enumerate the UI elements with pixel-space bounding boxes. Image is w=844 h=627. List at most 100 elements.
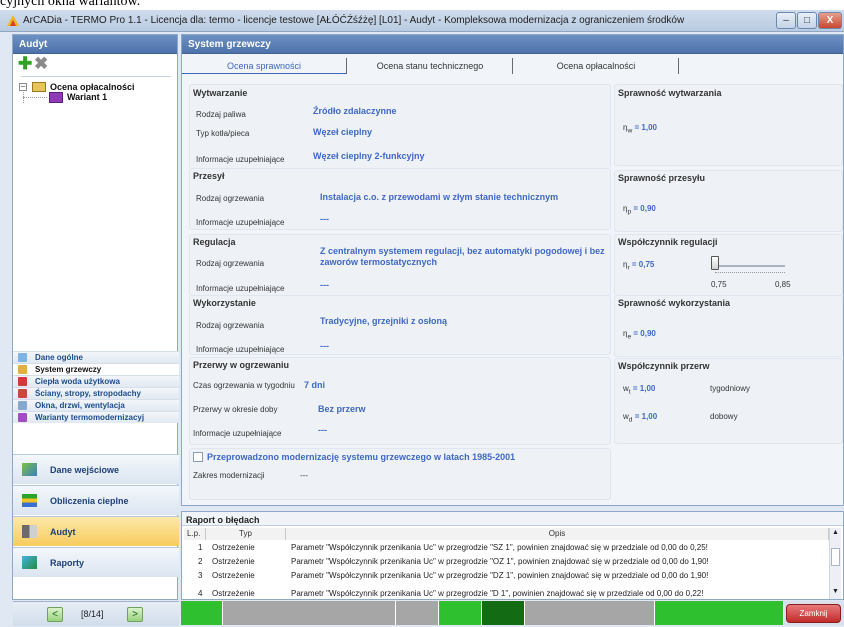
left-panel-header: Audyt (13, 35, 177, 54)
group-title: Regulacja (193, 237, 236, 247)
value-rodzaj-ogrzewania[interactable]: Z centralnym systemem regulacji, bez aut… (320, 246, 606, 268)
status-segment (482, 601, 525, 625)
value-czas-ogrzewania[interactable]: 7 dni (304, 380, 325, 390)
calc-icon (22, 494, 37, 507)
minimize-button[interactable]: – (776, 12, 796, 29)
app-icon (7, 15, 19, 26)
variant-icon (49, 92, 63, 103)
tree-line (23, 97, 47, 98)
group-title: Wytwarzanie (193, 88, 248, 98)
scroll-thumb[interactable] (831, 548, 840, 566)
status-segment (439, 601, 482, 625)
label-rodzaj-ogrzewania: Rodzaj ogrzewania (196, 259, 265, 268)
section-system-grzewczy[interactable]: System grzewczy (13, 363, 179, 375)
prev-button[interactable]: < (47, 607, 63, 622)
next-button[interactable]: > (127, 607, 143, 622)
label-przerwy-doby: Przerwy w okresie doby (193, 405, 278, 414)
tab-ocena-oplacalnosci[interactable]: Ocena opłacalności (514, 58, 679, 74)
zamknij-button[interactable]: Zamknij (786, 604, 841, 623)
label-informacje: Informacje uzupełniające (196, 345, 285, 354)
label-rodzaj-paliwa: Rodzaj paliwa (196, 110, 246, 119)
value-przerwy-doby[interactable]: Bez przerw (318, 404, 366, 414)
report-title: Raport o błędach (182, 512, 843, 526)
group-sprawnosc-wytwarzania: Sprawność wytwarzania ηw = 1,00 (614, 84, 843, 166)
group-title: Sprawność wykorzystania (618, 298, 731, 308)
group-title: Przesył (193, 171, 225, 181)
value-informacje[interactable]: --- (318, 425, 327, 435)
value-informacje[interactable]: --- (320, 280, 329, 290)
tree-collapse-icon[interactable]: − (19, 83, 27, 91)
col-opis[interactable]: Opis (286, 528, 829, 540)
label-informacje: Informacje uzupełniające (196, 155, 285, 164)
group-title: Współczynnik regulacji (618, 237, 718, 247)
slider-track (715, 265, 785, 267)
nav-obliczenia[interactable]: Obliczenia cieplne (13, 485, 179, 515)
modernizacja-checkbox[interactable] (193, 452, 203, 462)
pager: < [8/14] > (13, 601, 179, 626)
label-informacje: Informacje uzupełniające (196, 284, 285, 293)
col-typ[interactable]: Typ (206, 528, 286, 540)
tab-ocena-sprawnosci[interactable]: Ocena sprawności (182, 58, 347, 74)
scroll-down-icon[interactable]: ▼ (832, 588, 839, 595)
value-typ-kotla[interactable]: Węzeł cieplny (313, 127, 372, 137)
nav-dane-wejsciowe[interactable]: Dane wejściowe (13, 454, 179, 484)
tap-icon (18, 377, 27, 386)
group-sprawnosc-wykorzystania: Sprawność wykorzystania ηe = 0,90 (614, 295, 843, 357)
value-rodzaj-paliwa[interactable]: Źródło zdalaczynne (313, 106, 397, 116)
group-wspolczynnik-regulacji: Współczynnik regulacji ηr = 0,75 0,75 0,… (614, 234, 843, 296)
group-title: Wykorzystanie (193, 298, 256, 308)
value-rodzaj-ogrzewania[interactable]: Instalacja c.o. z przewodami w złym stan… (320, 192, 558, 202)
maximize-button[interactable]: □ (797, 12, 817, 29)
group-title: Sprawność przesyłu (618, 173, 706, 183)
status-segment (181, 601, 223, 625)
nav-audyt[interactable]: Audyt (13, 516, 179, 546)
regulation-slider-thumb[interactable] (711, 256, 719, 270)
top-text-fragment: cyjnych okna wariantów. (0, 0, 844, 10)
status-segment (223, 601, 396, 625)
data-icon (18, 353, 27, 362)
section-dane-ogolne[interactable]: Dane ogólne (13, 351, 179, 363)
tree-item-ocena[interactable]: Ocena opłacalności (50, 82, 135, 92)
report-scrollbar[interactable]: ▲ ▼ (829, 528, 841, 599)
section-sciany[interactable]: Ściany, stropy, stropodachy (13, 387, 179, 399)
section-warianty[interactable]: Warianty termomodernizacyj (13, 411, 179, 423)
group-wykorzystanie: Wykorzystanie Rodzaj ogrzewania Tradycyj… (189, 295, 611, 355)
group-regulacja: Regulacja Rodzaj ogrzewania Z centralnym… (189, 234, 611, 296)
group-title: Przerwy w ogrzewaniu (193, 360, 290, 370)
status-segment (396, 601, 439, 625)
add-icon[interactable]: ✚ (18, 55, 32, 72)
modernizacja-label[interactable]: Przeprowadzono modernizację systemu grze… (207, 452, 515, 462)
folder-icon (32, 82, 46, 92)
value-zakres[interactable]: --- (300, 471, 308, 480)
heating-icon (18, 365, 27, 374)
eta-wytwarzania: ηw = 1,00 (623, 123, 657, 135)
value-informacje[interactable]: --- (320, 341, 329, 351)
value-rodzaj-ogrzewania[interactable]: Tradycyjne, grzejniki z osłoną (320, 316, 447, 326)
scroll-up-icon[interactable]: ▲ (832, 529, 839, 536)
slider-ticks (715, 272, 785, 275)
group-przesyl: Przesył Rodzaj ogrzewania Instalacja c.o… (189, 168, 611, 230)
table-row[interactable]: 2 Ostrzeżenie Parametr "Współczynnik przen… (182, 556, 822, 568)
table-row[interactable]: 3 Ostrzeżenie Parametr "Współczynnik przen… (182, 570, 822, 582)
group-title: Współczynnik przerw (618, 361, 710, 371)
close-window-button[interactable]: X (818, 12, 842, 29)
status-segment (655, 601, 784, 625)
section-cwu[interactable]: Ciepła woda użytkowa (13, 375, 179, 387)
eta-przesylu: ηp = 0,90 (623, 204, 656, 216)
delete-icon[interactable]: ✖ (34, 55, 48, 72)
col-lp[interactable]: L.p. (184, 528, 206, 540)
table-row[interactable]: 4 Ostrzeżenie Parametr "Współczynnik przen… (182, 584, 822, 598)
audit-icon (22, 525, 37, 538)
value-informacje[interactable]: --- (320, 214, 329, 224)
tab-ocena-stanu[interactable]: Ocena stanu technicznego (348, 58, 513, 74)
label-tygodniowy: tygodniowy (710, 384, 751, 393)
w-tygodniowy: wt = 1,00 (623, 384, 656, 396)
section-okna[interactable]: Okna, drzwi, wentylacja (13, 399, 179, 411)
tree-item-wariant[interactable]: Wariant 1 (67, 92, 107, 102)
title-bar: ArCADia - TERMO Pro 1.1 - Licencja dla: … (0, 10, 844, 32)
window-icon (18, 401, 27, 410)
nav-raporty[interactable]: Raporty (13, 547, 179, 577)
value-informacje[interactable]: Węzeł cieplny 2-funkcyjny (313, 151, 425, 161)
group-modernizacja: Przeprowadzono modernizację systemu grze… (189, 448, 611, 500)
table-row[interactable]: 1 Ostrzeżenie Parametr "Współczynnik przen… (182, 542, 822, 554)
